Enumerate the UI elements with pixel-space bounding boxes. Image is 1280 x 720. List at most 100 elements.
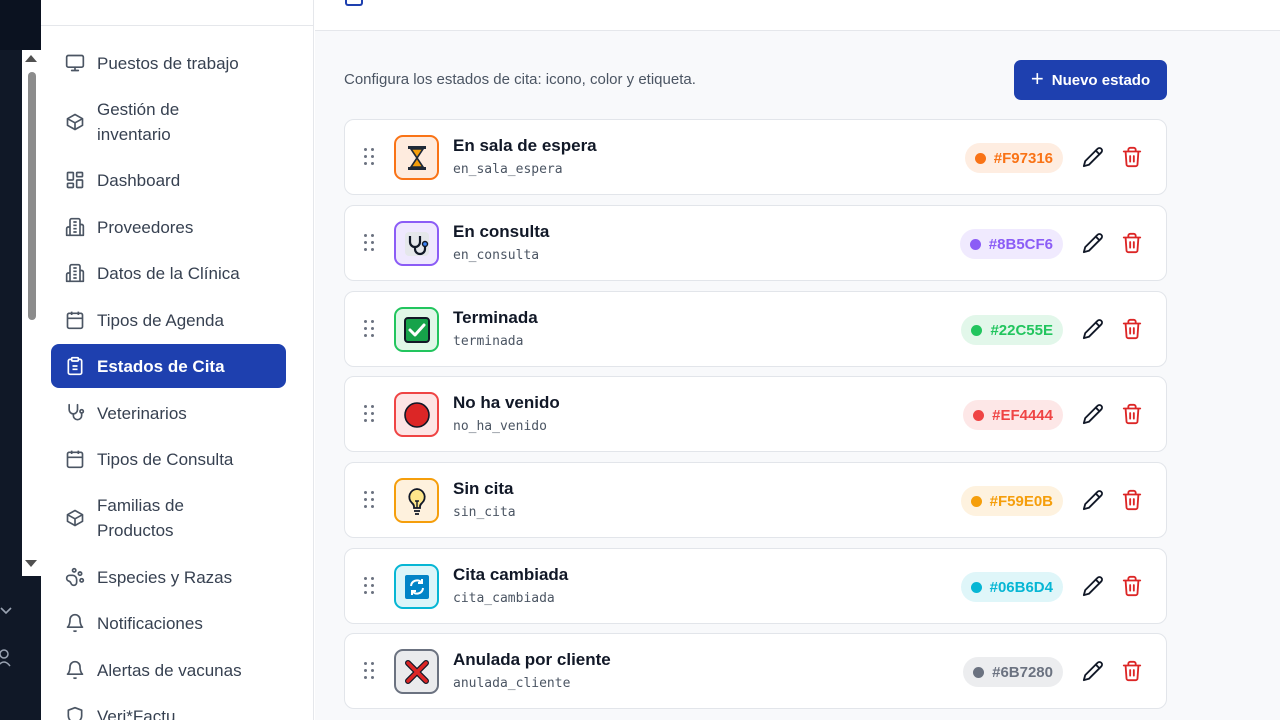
red-circle-icon bbox=[394, 392, 439, 437]
sidebar-item-estados-de-cita[interactable]: Estados de Cita bbox=[51, 344, 286, 388]
color-dot-icon bbox=[970, 581, 982, 593]
state-card[interactable]: Sin cita sin_cita #F59E0B bbox=[344, 462, 1167, 538]
state-name: Terminada bbox=[453, 308, 538, 327]
trash-icon[interactable] bbox=[1121, 489, 1145, 513]
pencil-icon[interactable] bbox=[1082, 403, 1106, 427]
drag-handle-icon[interactable] bbox=[364, 577, 376, 595]
cross-mark-icon bbox=[394, 649, 439, 694]
state-name: En sala de espera bbox=[453, 136, 597, 155]
pencil-icon[interactable] bbox=[1082, 318, 1106, 342]
pencil-icon[interactable] bbox=[1082, 489, 1106, 513]
sidebar-item-gestion-de-inventario[interactable]: Gestión de inventario bbox=[51, 96, 286, 148]
sidebar-item-dashboard[interactable]: Dashboard bbox=[51, 164, 286, 196]
color-badge: #F97316 bbox=[964, 143, 1063, 173]
sidebar-item-label: Familias de Productos bbox=[97, 496, 184, 540]
drag-handle-icon[interactable] bbox=[364, 234, 376, 252]
state-name: Sin cita bbox=[453, 479, 514, 498]
building-icon bbox=[65, 217, 85, 237]
sidebar-item-familias-de-productos[interactable]: Familias de Productos bbox=[51, 492, 286, 544]
color-badge: #22C55E bbox=[961, 315, 1063, 345]
state-card[interactable]: En consulta en_consulta #8B5CF6 bbox=[344, 205, 1167, 281]
drag-handle-icon[interactable] bbox=[364, 320, 376, 338]
state-card[interactable]: Cita cambiada cita_cambiada #06B6D4 bbox=[344, 548, 1167, 624]
page-description: Configura los estados de cita: icono, co… bbox=[344, 71, 696, 88]
main-content: Configura los estados de cita: icono, co… bbox=[315, 0, 1280, 720]
stethoscope-icon bbox=[65, 403, 85, 423]
state-key: no_ha_venido bbox=[453, 419, 547, 434]
state-key: en_consulta bbox=[453, 248, 540, 263]
pencil-icon[interactable] bbox=[1082, 660, 1106, 684]
page-header bbox=[315, 0, 1280, 31]
shield-icon bbox=[65, 706, 85, 720]
color-dot-icon bbox=[970, 495, 982, 507]
building-icon bbox=[65, 263, 85, 283]
sidebar-item-puestos-de-trabajo[interactable]: Puestos de trabajo bbox=[51, 47, 286, 79]
drag-handle-icon[interactable] bbox=[364, 662, 376, 680]
state-card[interactable]: Anulada por cliente anulada_cliente #6B728… bbox=[344, 633, 1167, 709]
drag-handle-icon[interactable] bbox=[364, 491, 376, 509]
state-name: No ha venido bbox=[453, 393, 560, 412]
inner-scrollbar-thumb[interactable] bbox=[28, 72, 36, 320]
drag-handle-icon[interactable] bbox=[364, 405, 376, 423]
sidebar-header bbox=[41, 0, 314, 26]
state-card[interactable]: En sala de espera en_sala_espera #F97316 bbox=[344, 119, 1167, 195]
sidebar-item-proveedores[interactable]: Proveedores bbox=[51, 211, 286, 243]
trash-icon[interactable] bbox=[1121, 575, 1145, 599]
new-state-button[interactable]: + Nuevo estado bbox=[1014, 60, 1167, 100]
color-hex: #06B6D4 bbox=[989, 578, 1053, 596]
trash-icon[interactable] bbox=[1121, 660, 1145, 684]
color-hex: #F97316 bbox=[993, 149, 1053, 167]
box-icon bbox=[65, 508, 85, 528]
user-icon[interactable] bbox=[0, 648, 12, 673]
sidebar-item-tipos-de-agenda[interactable]: Tipos de Agenda bbox=[51, 304, 286, 336]
sidebar-item-notificaciones[interactable]: Notificaciones bbox=[51, 607, 286, 639]
color-hex: #8B5CF6 bbox=[988, 235, 1053, 253]
sidebar-item-label: Dashboard bbox=[97, 170, 181, 190]
color-badge: #F59E0B bbox=[960, 486, 1063, 516]
sidebar-item-label: Gestión de inventario bbox=[97, 100, 180, 144]
sidebar-item-label: Alertas de vacunas bbox=[97, 660, 242, 680]
color-badge: #EF4444 bbox=[963, 400, 1063, 430]
state-key: cita_cambiada bbox=[453, 591, 555, 606]
monitor-icon bbox=[65, 53, 85, 73]
pencil-icon[interactable] bbox=[1082, 575, 1106, 599]
scroll-up-arrow-icon[interactable] bbox=[25, 55, 37, 62]
sidebar-item-label: Tipos de Consulta bbox=[97, 449, 234, 469]
pencil-icon[interactable] bbox=[1082, 146, 1106, 170]
sidebar-item-label: Puestos de trabajo bbox=[97, 53, 239, 73]
state-name: Anulada por cliente bbox=[453, 650, 611, 669]
sidebar-item-label: Proveedores bbox=[97, 217, 194, 237]
chevron-down-icon[interactable] bbox=[0, 604, 12, 618]
trash-icon[interactable] bbox=[1121, 146, 1145, 170]
color-hex: #22C55E bbox=[990, 321, 1053, 339]
scroll-down-arrow-icon[interactable] bbox=[25, 560, 37, 567]
color-badge: #8B5CF6 bbox=[959, 229, 1063, 259]
state-card[interactable]: Terminada terminada #22C55E bbox=[344, 291, 1167, 367]
dashboard-icon bbox=[65, 170, 85, 190]
state-key: en_sala_espera bbox=[453, 162, 563, 177]
sidebar-item-tipos-de-consulta[interactable]: Tipos de Consulta bbox=[51, 443, 286, 475]
app-left-rail-top bbox=[0, 0, 41, 50]
state-name: Cita cambiada bbox=[453, 565, 569, 584]
state-key: sin_cita bbox=[453, 505, 516, 520]
sidebar-item-datos-de-la-clinica[interactable]: Datos de la Clínica bbox=[51, 257, 286, 289]
pencil-icon[interactable] bbox=[1082, 232, 1106, 256]
trash-icon[interactable] bbox=[1121, 318, 1145, 342]
sidebar-item-label: Datos de la Clínica bbox=[97, 263, 240, 283]
color-dot-icon bbox=[971, 324, 983, 336]
state-name: En consulta bbox=[453, 222, 550, 241]
lightbulb-icon bbox=[394, 478, 439, 523]
trash-icon[interactable] bbox=[1121, 232, 1145, 256]
sidebar-item-alertas-de-vacunas[interactable]: Alertas de vacunas bbox=[51, 654, 286, 686]
sidebar-item-especies-y-razas[interactable]: Especies y Razas bbox=[51, 561, 286, 593]
sidebar-item-veri-factu[interactable]: Veri*Factu bbox=[51, 700, 286, 720]
sidebar-item-label: Especies y Razas bbox=[97, 567, 233, 587]
trash-icon[interactable] bbox=[1121, 403, 1145, 427]
state-key: anulada_cliente bbox=[453, 676, 571, 691]
state-card[interactable]: No ha venido no_ha_venido #EF4444 bbox=[344, 376, 1167, 452]
sidebar-item-veterinarios[interactable]: Veterinarios bbox=[51, 397, 286, 429]
bell-icon bbox=[65, 660, 85, 680]
stethoscope-icon bbox=[394, 221, 439, 266]
drag-handle-icon[interactable] bbox=[364, 148, 376, 166]
sidebar-item-label: Veterinarios bbox=[97, 403, 187, 423]
